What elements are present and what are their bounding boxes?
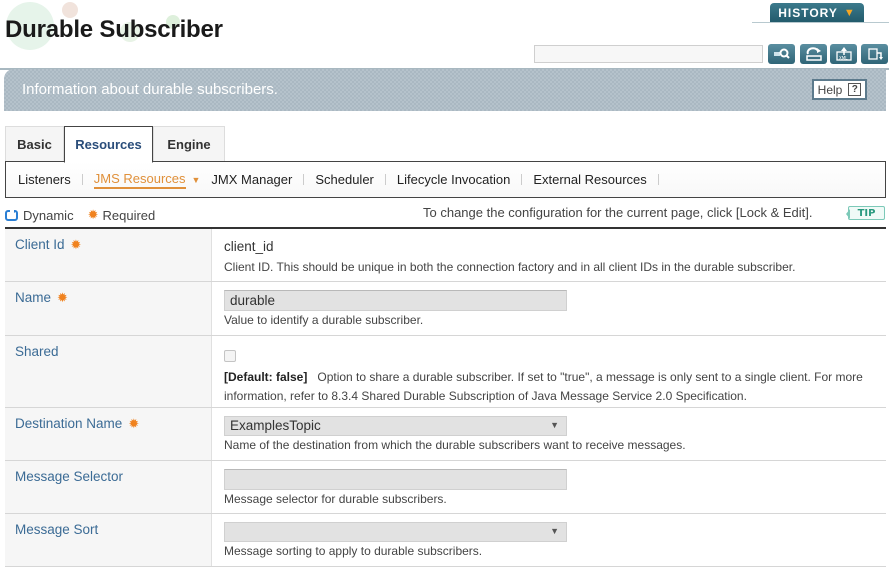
separator xyxy=(81,174,83,185)
tab-resources[interactable]: Resources xyxy=(64,126,153,163)
caret-down-icon[interactable]: ▼ xyxy=(192,175,201,185)
export-icon xyxy=(867,48,883,60)
field-body: [Default: false] Option to share a durab… xyxy=(212,336,886,407)
sub-navigation: Listeners JMS Resources ▼ JMX Manager Sch… xyxy=(5,161,886,198)
field-body: Message selector for durable subscribers… xyxy=(212,461,886,513)
field-label: Name ✹ xyxy=(5,282,212,335)
history-label: HISTORY xyxy=(778,6,838,20)
field-label: Message Selector xyxy=(5,461,212,513)
label-text: Message Selector xyxy=(15,469,124,484)
form-row-shared: Shared [Default: false] Option to share … xyxy=(5,336,886,408)
tab-basic[interactable]: Basic xyxy=(5,126,64,161)
field-legend: Dynamic ✹ Required xyxy=(5,207,155,223)
config-form: Client Id ✹ client_id Client ID. This sho… xyxy=(5,229,886,567)
dynamic-icon xyxy=(5,209,18,221)
separator xyxy=(384,174,386,185)
subnav-label: Listeners xyxy=(18,172,71,187)
message-sort-select[interactable]: ▼ xyxy=(224,522,567,542)
name-input[interactable] xyxy=(224,290,567,311)
field-label: Shared xyxy=(5,336,212,407)
field-body: Value to identify a durable subscriber. xyxy=(212,282,886,335)
shared-checkbox[interactable] xyxy=(224,350,236,362)
form-row-message-selector: Message Selector Message selector for du… xyxy=(5,461,886,514)
subnav-scheduler[interactable]: Scheduler xyxy=(315,172,374,187)
tab-engine[interactable]: Engine xyxy=(153,126,225,161)
subnav-label: Lifecycle Invocation xyxy=(396,172,511,187)
separator xyxy=(205,174,206,185)
tip-text: To change the configuration for the curr… xyxy=(423,205,813,220)
history-button[interactable]: HISTORY ▼ xyxy=(770,3,864,23)
subnav-jms-resources[interactable]: JMS Resources ▼ xyxy=(93,171,201,189)
label-text: Client Id xyxy=(15,237,65,252)
xml-export-button[interactable]: XML xyxy=(830,44,857,64)
required-label: Required xyxy=(102,207,156,223)
main-tabs: Basic Resources Engine xyxy=(5,126,225,163)
xml-export-icon: XML xyxy=(835,47,852,61)
subnav-external-resources[interactable]: External Resources xyxy=(533,172,646,187)
required-icon: ✹ xyxy=(57,290,68,305)
required-icon: ✹ xyxy=(87,207,99,222)
form-row-client-id: Client Id ✹ client_id Client ID. This sho… xyxy=(5,229,886,282)
form-row-name: Name ✹ Value to identify a durable subscr… xyxy=(5,282,886,336)
search-icon xyxy=(773,48,790,59)
default-value: [Default: false] xyxy=(224,370,308,384)
separator xyxy=(521,174,523,185)
destination-name-select[interactable]: ExamplesTopic ▼ xyxy=(224,416,567,436)
help-icon: ? xyxy=(848,83,862,96)
refresh-icon xyxy=(805,47,822,61)
field-description: Client ID. This should be unique in both… xyxy=(224,260,796,274)
chevron-down-icon: ▼ xyxy=(843,7,856,19)
subnav-label: JMS Resources xyxy=(93,171,186,189)
refresh-button[interactable] xyxy=(800,44,827,64)
label-text: Shared xyxy=(15,344,59,359)
help-button[interactable]: Help ? xyxy=(812,79,867,100)
search-input[interactable] xyxy=(534,45,763,63)
dropdown-arrow-icon: ▼ xyxy=(550,526,559,536)
field-body: ▼ Message sorting to apply to durable su… xyxy=(212,514,886,566)
info-bar: Information about durable subscribers. H… xyxy=(4,69,886,111)
help-label: Help xyxy=(817,82,843,97)
separator xyxy=(303,174,305,185)
subnav-label: JMX Manager xyxy=(211,172,293,187)
dropdown-arrow-icon: ▼ xyxy=(550,420,559,430)
page-title: Durable Subscriber xyxy=(5,16,223,43)
field-description: [Default: false] Option to share a durab… xyxy=(224,368,876,406)
subnav-label: Scheduler xyxy=(315,172,374,187)
form-row-destination-name: Destination Name ✹ ExamplesTopic ▼ Name of… xyxy=(5,408,886,461)
label-text: Name xyxy=(15,290,52,305)
label-text: Destination Name xyxy=(15,416,123,431)
subnav-lifecycle-invocation[interactable]: Lifecycle Invocation xyxy=(397,172,510,187)
search-button[interactable] xyxy=(768,44,795,64)
form-row-message-sort: Message Sort ▼ Message sorting to apply … xyxy=(5,514,886,567)
subnav-label: External Resources xyxy=(533,172,647,187)
field-body: ExamplesTopic ▼ Name of the destination f… xyxy=(212,408,886,460)
field-body: client_id Client ID. This should be uniq… xyxy=(212,229,886,281)
subnav-listeners[interactable]: Listeners xyxy=(18,172,71,187)
message-selector-input[interactable] xyxy=(224,469,567,490)
field-description: Message sorting to apply to durable subs… xyxy=(224,544,483,558)
field-label: Destination Name ✹ xyxy=(5,408,212,460)
required-icon: ✹ xyxy=(128,416,140,431)
label-text: Message Sort xyxy=(15,522,99,537)
field-description: Name of the destination from which the d… xyxy=(224,438,686,452)
tip-badge: TIP xyxy=(846,206,885,220)
separator xyxy=(657,174,659,185)
export-button[interactable] xyxy=(861,44,888,64)
required-icon: ✹ xyxy=(70,237,82,252)
field-description: Message selector for durable subscribers… xyxy=(224,492,447,506)
description-text: Option to share a durable subscriber. If… xyxy=(224,370,863,403)
field-description: Value to identify a durable subscriber. xyxy=(224,313,424,327)
subnav-jmx-manager[interactable]: JMX Manager xyxy=(211,172,292,187)
history-divider xyxy=(752,22,889,23)
client-id-value: client_id xyxy=(224,239,274,254)
info-text: Information about durable subscribers. xyxy=(22,81,278,98)
field-label: Message Sort xyxy=(5,514,212,566)
svg-text:XML: XML xyxy=(839,56,848,61)
dynamic-label: Dynamic xyxy=(23,207,74,223)
selected-value: ExamplesTopic xyxy=(230,418,321,433)
field-label: Client Id ✹ xyxy=(5,229,212,281)
